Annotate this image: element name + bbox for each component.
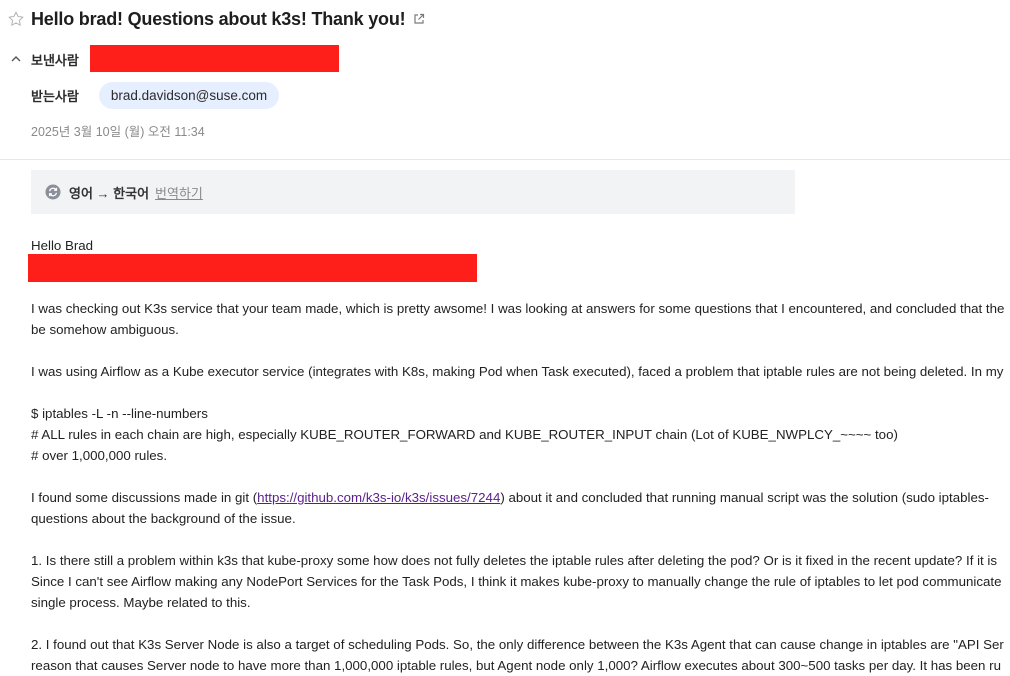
star-icon[interactable] <box>7 10 25 28</box>
body-text-span: ) about it and concluded that running ma… <box>500 490 989 505</box>
body-line: 2. I found out that K3s Server Node is a… <box>31 637 1004 652</box>
body-line: $ iptables -L -n --line-numbers <box>31 406 208 421</box>
recipient-row: 받는사람 brad.davidson@suse.com <box>31 82 280 109</box>
body-line-with-link: I found some discussions made in git (ht… <box>31 487 1010 508</box>
header-divider <box>0 159 1010 160</box>
recipient-label: 받는사람 <box>31 89 79 104</box>
sender-row: 보낸사람 <box>31 50 79 68</box>
translate-languages: 영어 → 한국어 <box>69 185 150 201</box>
github-issue-link[interactable]: https://github.com/k3s-io/k3s/issues/724… <box>257 490 500 505</box>
body-line: single process. Maybe related to this. <box>31 595 251 610</box>
body-line: # over 1,000,000 rules. <box>31 448 168 463</box>
body-line: I was checking out K3s service that your… <box>31 301 1005 316</box>
sender-redaction <box>90 45 339 72</box>
body-line: 1. Is there still a problem within k3s t… <box>31 553 998 568</box>
body-line: # ALL rules in each chain are high, espe… <box>31 427 898 442</box>
recipient-chip[interactable]: brad.davidson@suse.com <box>98 82 280 109</box>
sender-label: 보낸사람 <box>31 52 79 68</box>
subject-row: Hello brad! Questions about k3s! Thank y… <box>7 8 425 30</box>
email-view: Hello brad! Questions about k3s! Thank y… <box>0 0 1010 676</box>
translate-icon <box>45 184 61 200</box>
chevron-up-icon[interactable] <box>10 53 22 65</box>
body-redaction <box>28 254 477 282</box>
email-subject: Hello brad! Questions about k3s! Thank y… <box>31 8 406 29</box>
body-line: Since I can't see Airflow making any Nod… <box>31 574 1002 589</box>
external-link-icon[interactable] <box>413 13 425 25</box>
body-text-span: I found some discussions made in git ( <box>31 490 258 505</box>
body-greeting: Hello Brad <box>31 238 94 253</box>
body-line: questions about the background of the is… <box>31 511 296 526</box>
body-line: reason that causes Server node to have m… <box>31 658 1001 673</box>
body-line: be somehow ambiguous. <box>31 322 179 337</box>
translate-link[interactable]: 번역하기 <box>155 183 203 202</box>
translate-bar: 영어 → 한국어 번역하기 <box>31 170 795 214</box>
email-date: 2025년 3월 10일 (월) 오전 11:34 <box>31 125 205 139</box>
body-line: I was using Airflow as a Kube executor s… <box>31 364 1004 379</box>
